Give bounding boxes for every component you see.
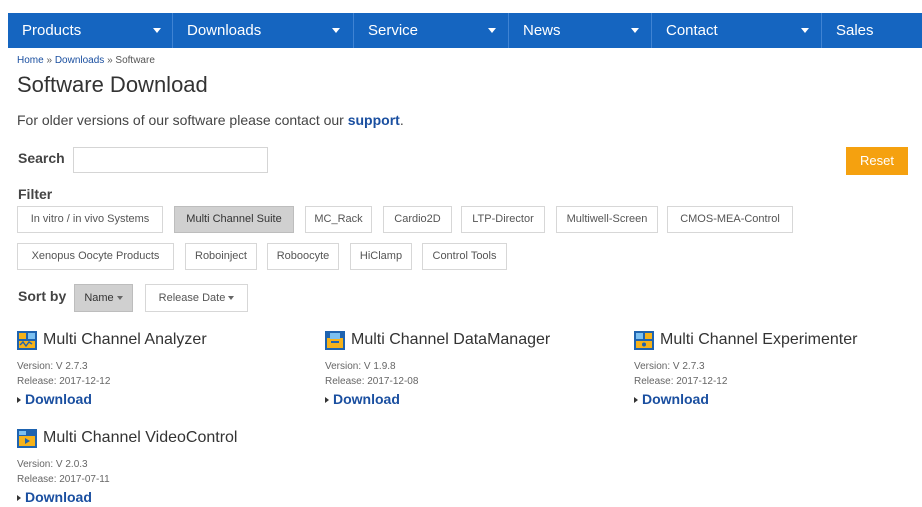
filter-label: Filter — [18, 186, 53, 202]
filter-chip-in-vitro-in-vivo-systems[interactable]: In vitro / in vivo Systems — [17, 206, 163, 233]
filter-chip-roboocyte[interactable]: Roboocyte — [267, 243, 339, 270]
nav-item-sales[interactable]: Sales — [822, 13, 922, 48]
filter-chip-control-tools[interactable]: Control Tools — [422, 243, 507, 270]
support-link[interactable]: support — [348, 112, 400, 128]
download-label: Download — [25, 489, 92, 505]
nav-item-label: Products — [22, 22, 82, 39]
breadcrumb-downloads-link[interactable]: Downloads — [55, 55, 104, 66]
filter-chip-cardio2d[interactable]: Cardio2D — [383, 206, 452, 233]
download-label: Download — [642, 391, 709, 407]
product-release: Release: 2017-12-12 — [634, 376, 728, 387]
filter-chip-multi-channel-suite[interactable]: Multi Channel Suite — [174, 206, 294, 233]
nav-item-label: Downloads — [187, 22, 262, 39]
download-link[interactable]: Download — [634, 391, 709, 407]
arrow-right-icon — [325, 397, 329, 404]
sort-name-label: Name — [84, 292, 114, 304]
filter-chip-cmos-mea-control[interactable]: CMOS-MEA-Control — [667, 206, 793, 233]
nav-item-service[interactable]: Service — [354, 13, 509, 48]
sort-release-date-button[interactable]: Release Date — [145, 284, 248, 312]
product-release: Release: 2017-07-11 — [17, 474, 110, 485]
nav-item-label: Contact — [666, 22, 718, 39]
product-name: Multi Channel Experimenter — [660, 331, 858, 348]
sort-name-button[interactable]: Name — [74, 284, 133, 312]
product-card: Multi Channel DataManager Version: V 1.9… — [325, 328, 615, 409]
product-header: Multi Channel Experimenter — [634, 328, 922, 352]
download-label: Download — [333, 391, 400, 407]
nav-item-products[interactable]: Products — [8, 13, 173, 48]
intro-text: For older versions of our software pleas… — [17, 112, 404, 128]
filter-chip-roboinject[interactable]: Roboinject — [185, 243, 257, 270]
breadcrumb-separator: » — [46, 55, 53, 66]
download-link[interactable]: Download — [17, 391, 92, 407]
arrow-right-icon — [634, 397, 638, 404]
sort-release-date-label: Release Date — [158, 292, 226, 304]
product-name: Multi Channel Analyzer — [43, 331, 207, 348]
product-version: Version: V 2.7.3 — [634, 361, 705, 372]
product-name: Multi Channel DataManager — [351, 331, 551, 348]
videocontrol-icon — [17, 428, 37, 448]
experimenter-icon — [634, 330, 654, 350]
nav-item-label: Service — [368, 22, 419, 39]
product-card: Multi Channel VideoControl Version: V 2.… — [17, 426, 307, 507]
product-card: Multi Channel Analyzer Version: V 2.7.3 … — [17, 328, 307, 409]
nav-item-news[interactable]: News — [509, 13, 652, 48]
product-release: Release: 2017-12-08 — [325, 376, 419, 387]
arrow-right-icon — [17, 495, 21, 502]
sort-by-label: Sort by — [18, 288, 67, 304]
reset-button[interactable]: Reset — [846, 147, 908, 175]
nav-item-downloads[interactable]: Downloads — [173, 13, 354, 48]
download-link[interactable]: Download — [17, 489, 92, 505]
arrow-right-icon — [17, 397, 21, 404]
nav-item-label: News — [523, 22, 561, 39]
caret-down-icon — [153, 28, 161, 33]
search-input[interactable] — [73, 147, 268, 173]
sort-arrow-icon — [116, 296, 123, 301]
filter-chip-mc-rack[interactable]: MC_Rack — [305, 206, 372, 233]
datamanager-icon — [325, 330, 345, 350]
product-release: Release: 2017-12-12 — [17, 376, 111, 387]
search-label: Search — [18, 150, 65, 166]
filter-chip-multiwell-screen[interactable]: Multiwell-Screen — [556, 206, 658, 233]
caret-down-icon — [332, 28, 340, 33]
caret-down-icon — [801, 28, 809, 33]
product-header: Multi Channel Analyzer — [17, 328, 307, 352]
top-navigation: Products Downloads Service News Contact … — [8, 13, 922, 48]
product-version: Version: V 1.9.8 — [325, 361, 396, 372]
breadcrumb-separator: » — [107, 55, 113, 66]
product-card: Multi Channel Experimenter Version: V 2.… — [634, 328, 922, 409]
intro-text-body: For older versions of our software pleas… — [17, 112, 348, 128]
product-header: Multi Channel DataManager — [325, 328, 615, 352]
intro-text-end: . — [399, 112, 404, 128]
caret-down-icon — [631, 28, 639, 33]
breadcrumb: Home » Downloads » Software — [17, 55, 155, 66]
analyzer-icon — [17, 330, 37, 350]
nav-item-contact[interactable]: Contact — [652, 13, 822, 48]
download-label: Download — [25, 391, 92, 407]
breadcrumb-home-link[interactable]: Home — [17, 55, 44, 66]
filter-chip-hiclamp[interactable]: HiClamp — [350, 243, 412, 270]
product-name: Multi Channel VideoControl — [43, 429, 238, 446]
product-version: Version: V 2.0.3 — [17, 459, 88, 470]
sort-arrow-icon — [228, 296, 235, 301]
page-title: Software Download — [17, 72, 208, 97]
caret-down-icon — [488, 28, 496, 33]
breadcrumb-current: Software — [115, 55, 155, 66]
download-link[interactable]: Download — [325, 391, 400, 407]
filter-chip-xenopus-oocyte-products[interactable]: Xenopus Oocyte Products — [17, 243, 174, 270]
product-header: Multi Channel VideoControl — [17, 426, 307, 450]
nav-item-label: Sales — [836, 22, 874, 39]
filter-chip-ltp-director[interactable]: LTP-Director — [461, 206, 545, 233]
product-version: Version: V 2.7.3 — [17, 361, 88, 372]
